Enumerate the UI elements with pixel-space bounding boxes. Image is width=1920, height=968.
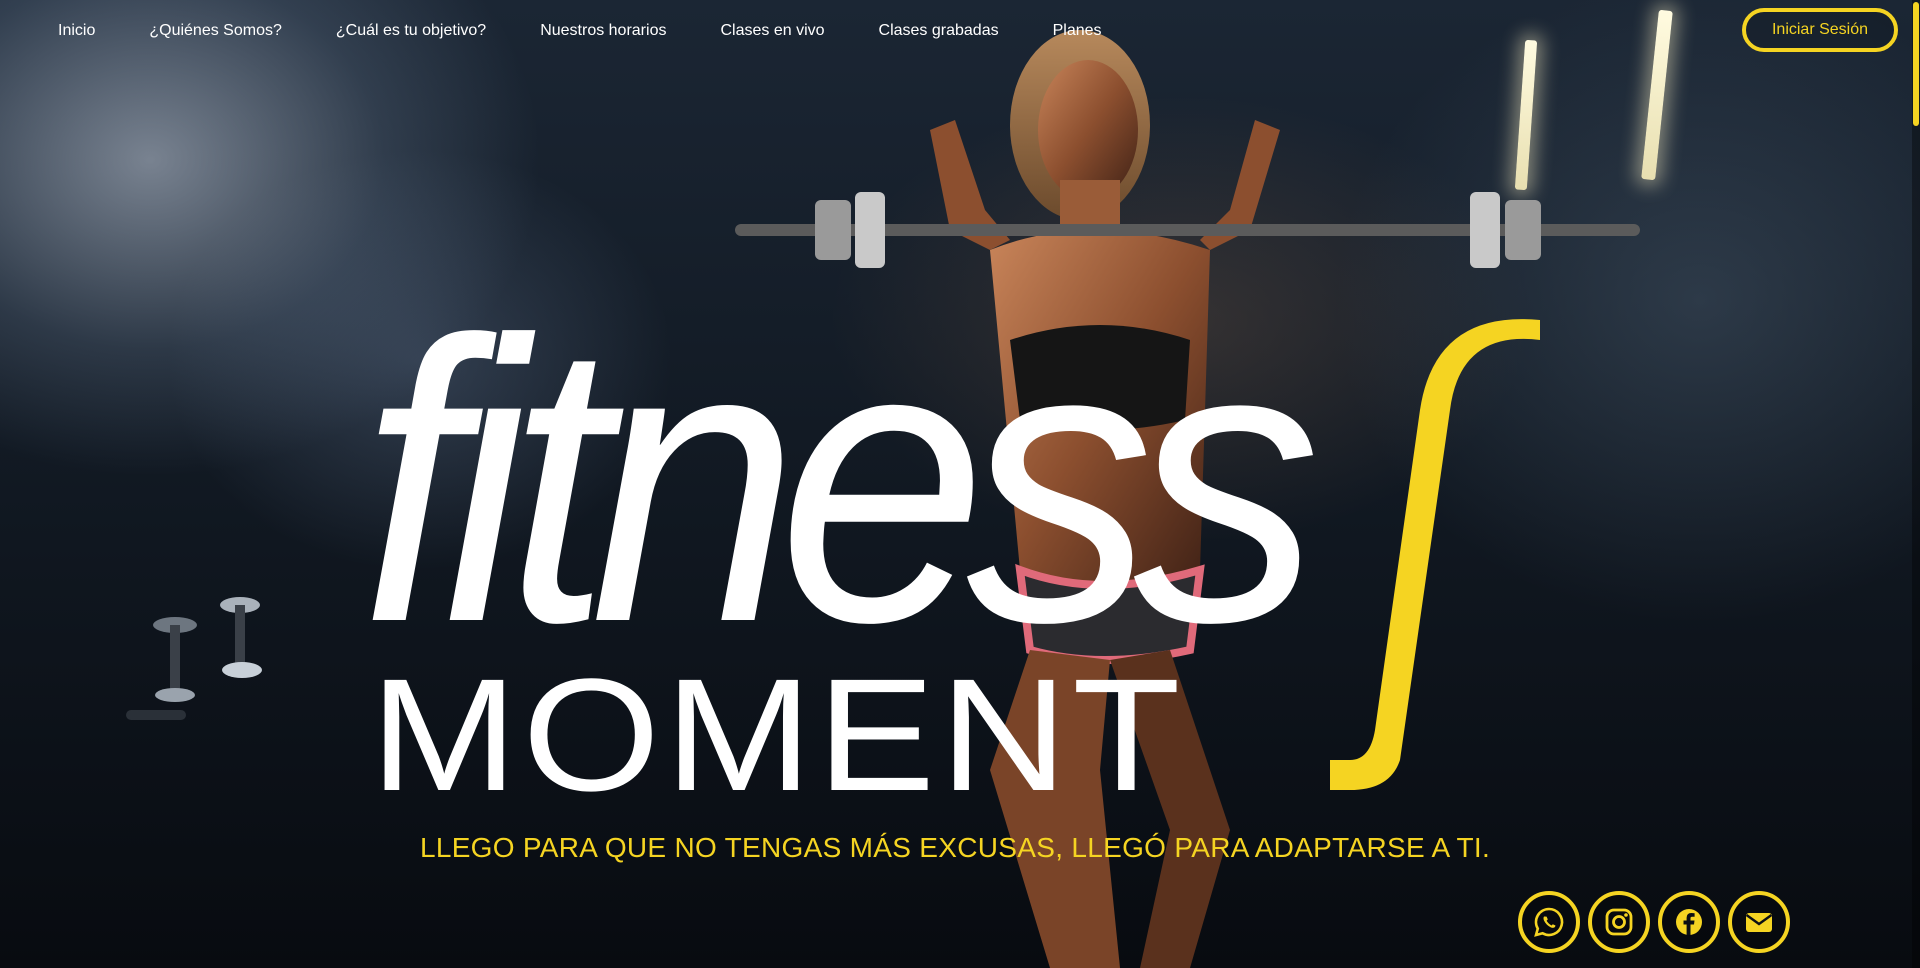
nav-item-objetivo[interactable]: ¿Cuál es tu objetivo? xyxy=(336,18,486,44)
social-links xyxy=(1518,891,1790,953)
nav-item-clases-en-vivo[interactable]: Clases en vivo xyxy=(720,18,824,44)
page-scrollbar[interactable] xyxy=(1912,0,1920,968)
nav-item-clases-grabadas[interactable]: Clases grabadas xyxy=(879,18,999,44)
fitness-moment-logo: fitness MOMENT xyxy=(360,258,1540,820)
nav-item-horarios[interactable]: Nuestros horarios xyxy=(540,18,666,44)
nav-item-inicio[interactable]: Inicio xyxy=(58,18,95,44)
logo-line1: fitness xyxy=(360,258,1315,705)
email-icon xyxy=(1745,913,1773,932)
facebook-icon xyxy=(1676,909,1702,935)
scrollbar-thumb[interactable] xyxy=(1913,2,1919,126)
hero-tagline-text: LLEGO PARA QUE NO TENGAS MÁS EXCUSAS, LL… xyxy=(419,832,1491,863)
email-button[interactable] xyxy=(1728,891,1790,953)
instagram-button[interactable] xyxy=(1588,891,1650,953)
login-button[interactable]: Iniciar Sesión xyxy=(1742,8,1898,52)
instagram-icon xyxy=(1605,908,1633,936)
facebook-button[interactable] xyxy=(1658,891,1720,953)
hero-section: fitness MOMENT Inicio ¿Quiénes Somos? ¿C… xyxy=(0,0,1920,968)
hero-tagline: LLEGO PARA QUE NO TENGAS MÁS EXCUSAS, LL… xyxy=(0,832,1920,864)
nav-item-planes[interactable]: Planes xyxy=(1053,18,1102,44)
whatsapp-button[interactable] xyxy=(1518,891,1580,953)
whatsapp-icon xyxy=(1534,907,1564,937)
dumbbells-image xyxy=(126,597,262,720)
logo-line2: MOMENT xyxy=(370,645,1185,820)
nav-item-quienes-somos[interactable]: ¿Quiénes Somos? xyxy=(149,18,282,44)
main-nav: Inicio ¿Quiénes Somos? ¿Cuál es tu objet… xyxy=(58,18,1156,44)
ceiling-light xyxy=(1641,9,1673,181)
